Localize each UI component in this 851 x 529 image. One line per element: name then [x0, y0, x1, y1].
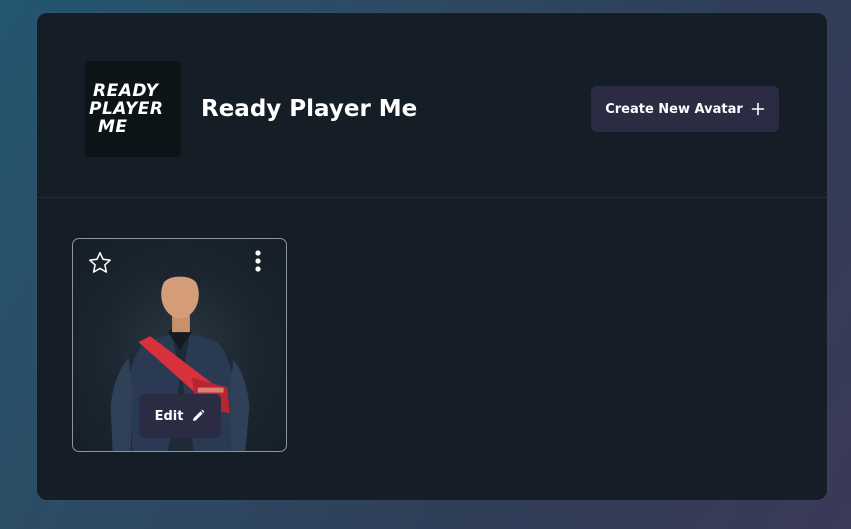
logo-text-line-1: READY	[93, 81, 159, 101]
logo-text-line-3: ME	[98, 117, 128, 137]
create-new-avatar-label: Create New Avatar	[605, 101, 743, 117]
header: READY PLAYER ME Ready Player Me Create N…	[37, 13, 827, 198]
plus-icon	[751, 102, 765, 116]
star-outline-icon[interactable]	[87, 250, 113, 276]
main-panel: READY PLAYER ME Ready Player Me Create N…	[37, 13, 827, 500]
avatar-grid: Edit	[37, 198, 827, 500]
pencil-icon	[193, 409, 205, 421]
page-title: Ready Player Me	[201, 96, 418, 122]
more-vertical-icon[interactable]	[251, 249, 265, 277]
edit-label: Edit	[154, 408, 184, 424]
create-new-avatar-button[interactable]: Create New Avatar	[591, 86, 779, 132]
logo-text-line-2: PLAYER	[89, 99, 164, 119]
edit-avatar-button[interactable]: Edit	[139, 394, 221, 438]
avatar-card[interactable]: Edit	[72, 238, 287, 452]
app-logo: READY PLAYER ME	[85, 61, 181, 157]
